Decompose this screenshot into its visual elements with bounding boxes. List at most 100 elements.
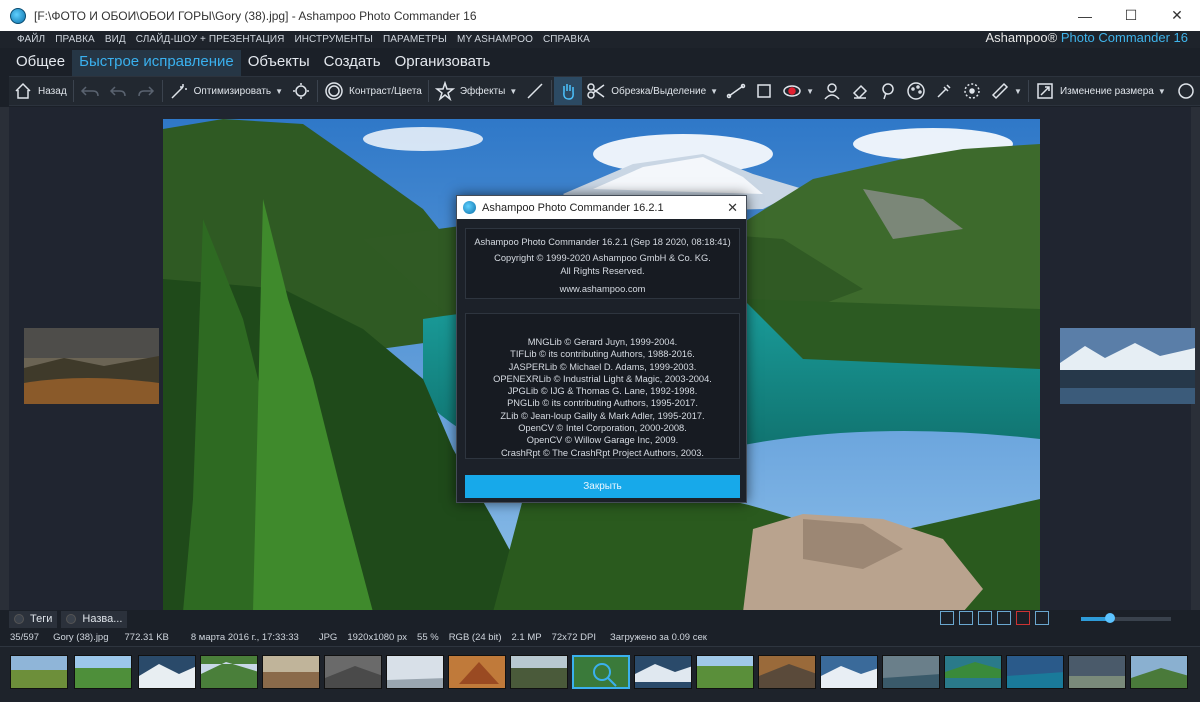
tab-objects[interactable]: Объекты: [241, 50, 317, 76]
maximize-button[interactable]: ☐: [1108, 0, 1154, 31]
tab-general[interactable]: Общее: [9, 50, 72, 76]
brand-logo: Ashampoo® Photo Commander 16: [985, 30, 1188, 45]
dropper-button[interactable]: [930, 77, 958, 105]
film-thumb[interactable]: [10, 655, 68, 689]
canvas-button[interactable]: [750, 77, 778, 105]
chevron-down-icon: ▼: [1157, 86, 1166, 96]
star-view-icon[interactable]: [940, 611, 954, 625]
film-thumb[interactable]: [510, 655, 568, 689]
palette-button[interactable]: [902, 77, 930, 105]
effects-button[interactable]: Эффекты ▼: [431, 77, 521, 105]
menu-view[interactable]: ВИД: [100, 34, 131, 45]
menu-my-ashampoo[interactable]: MY ASHAMPOO: [452, 34, 538, 45]
load-time: Загружено за 0.09 сек: [609, 632, 707, 643]
film-thumb-selected[interactable]: [572, 655, 630, 689]
split-view-icon[interactable]: [997, 611, 1011, 625]
tab-organize[interactable]: Организовать: [388, 50, 498, 76]
undo-button[interactable]: [104, 77, 132, 105]
film-thumb[interactable]: [634, 655, 692, 689]
credit-line: OpenCV © Willow Garage Inc, 2009.: [526, 435, 679, 446]
menu-help[interactable]: СПРАВКА: [538, 34, 595, 45]
title-bar: [F:\ФОТО И ОБОИ\ОБОИ ГОРЫ\Gory (38).jpg]…: [0, 0, 1200, 31]
redo-button[interactable]: [132, 77, 160, 105]
chevron-down-icon: ▼: [509, 86, 518, 96]
credit-line: OpenCV © Intel Corporation, 2000-2008.: [518, 423, 687, 434]
film-thumb[interactable]: [448, 655, 506, 689]
straighten-button[interactable]: [722, 77, 750, 105]
film-thumb[interactable]: [324, 655, 382, 689]
tilt-shift-button[interactable]: ▼: [986, 77, 1026, 105]
red-eye-button[interactable]: ▼: [778, 77, 818, 105]
brush-button[interactable]: [521, 77, 549, 105]
minimize-button[interactable]: —: [1062, 0, 1108, 31]
chevron-down-icon: ▼: [710, 86, 719, 96]
tab-quick-fix[interactable]: Быстрое исправление: [72, 50, 241, 76]
film-thumb[interactable]: [1068, 655, 1126, 689]
next-image-thumb[interactable]: [1060, 328, 1195, 404]
zoom-slider-knob[interactable]: [1104, 613, 1115, 623]
menu-tools[interactable]: ИНСТРУМЕНТЫ: [289, 34, 378, 45]
resize-button[interactable]: Изменение размера ▼: [1031, 77, 1170, 105]
back-button[interactable]: Назад: [9, 77, 71, 105]
rotate-icon: [1178, 83, 1194, 99]
line-icon: [726, 83, 746, 99]
credit-line: JPGLib © IJG & Thomas G. Lane, 1992-1998…: [507, 386, 698, 397]
film-thumb[interactable]: [758, 655, 816, 689]
film-thumb[interactable]: [1006, 655, 1064, 689]
film-thumb[interactable]: [138, 655, 196, 689]
person-icon: [824, 83, 840, 100]
optimize-button[interactable]: Оптимизировать ▼: [165, 77, 287, 105]
left-panel-edge: [0, 107, 9, 610]
compare-view-icon[interactable]: [978, 611, 992, 625]
close-icon[interactable]: ✕: [727, 200, 738, 216]
crop-selection-button[interactable]: Обрезка/Выделение ▼: [582, 77, 722, 105]
megapixels: 2.1 MP: [511, 632, 542, 643]
film-thumb[interactable]: [944, 655, 1002, 689]
menu-settings[interactable]: ПАРАМЕТРЫ: [378, 34, 452, 45]
brand-part1: Ashampoo®: [985, 30, 1061, 45]
film-thumb[interactable]: [386, 655, 444, 689]
color-view-icon[interactable]: [1016, 611, 1030, 625]
tab-name[interactable]: Назва...: [61, 610, 128, 628]
portrait-button[interactable]: [818, 77, 846, 105]
close-dialog-button[interactable]: Закрыть: [465, 475, 740, 498]
previous-image-thumb[interactable]: [24, 328, 159, 404]
color-depth: RGB (24 bit): [448, 632, 502, 643]
menu-file[interactable]: ФАЙЛ: [12, 34, 50, 45]
more-button[interactable]: [1170, 77, 1198, 105]
tab-create[interactable]: Создать: [317, 50, 388, 76]
film-thumb[interactable]: [200, 655, 258, 689]
zoom-slider[interactable]: [1081, 613, 1171, 623]
film-thumb[interactable]: [74, 655, 132, 689]
hand-tool-button[interactable]: [554, 77, 583, 105]
credit-line: JASPERLib © Michael D. Adams, 1999-2003.: [508, 361, 697, 372]
file-date: 8 марта 2016 г., 17:33:33: [190, 632, 299, 643]
dpi: 72x72 DPI: [551, 632, 596, 643]
retouch-button[interactable]: [874, 77, 902, 105]
credits-panel: MNGLib © Gerard Juyn, 1999-2004. TIFLib …: [465, 313, 740, 459]
contrast-colors-button[interactable]: Контраст/Цвета: [320, 77, 426, 105]
film-thumb[interactable]: [1130, 655, 1188, 689]
brightness-button[interactable]: [287, 77, 315, 105]
fullscreen-icon[interactable]: [1035, 611, 1049, 625]
menu-slideshow[interactable]: СЛАЙД-ШОУ + ПРЕЗЕНТАЦИЯ: [131, 34, 290, 45]
website-link[interactable]: www.ashampoo.com: [466, 283, 739, 295]
film-thumb[interactable]: [820, 655, 878, 689]
close-window-button[interactable]: ✕: [1154, 0, 1200, 31]
film-thumb[interactable]: [882, 655, 940, 689]
menu-edit[interactable]: ПРАВКА: [50, 34, 100, 45]
toolbar: Назад Оптимизировать ▼ Контраст/Цвета Эфф…: [9, 76, 1200, 106]
grid-view-icon[interactable]: [959, 611, 973, 625]
eraser-button[interactable]: [846, 77, 874, 105]
undo-all-button[interactable]: [76, 77, 104, 105]
filmstrip[interactable]: [0, 646, 1200, 702]
film-thumb[interactable]: [696, 655, 754, 689]
film-thumb[interactable]: [262, 655, 320, 689]
zoom-level: 55 %: [417, 632, 439, 643]
status-bar: 35/597 Gory (38).jpg 772.31 KB 8 марта 2…: [0, 629, 1200, 646]
chevron-down-icon: ▼: [1014, 86, 1022, 96]
target-button[interactable]: [958, 77, 986, 105]
tab-tags[interactable]: Теги: [9, 610, 58, 628]
resize-icon: [1037, 83, 1053, 99]
magic-wand-icon: [171, 84, 187, 99]
